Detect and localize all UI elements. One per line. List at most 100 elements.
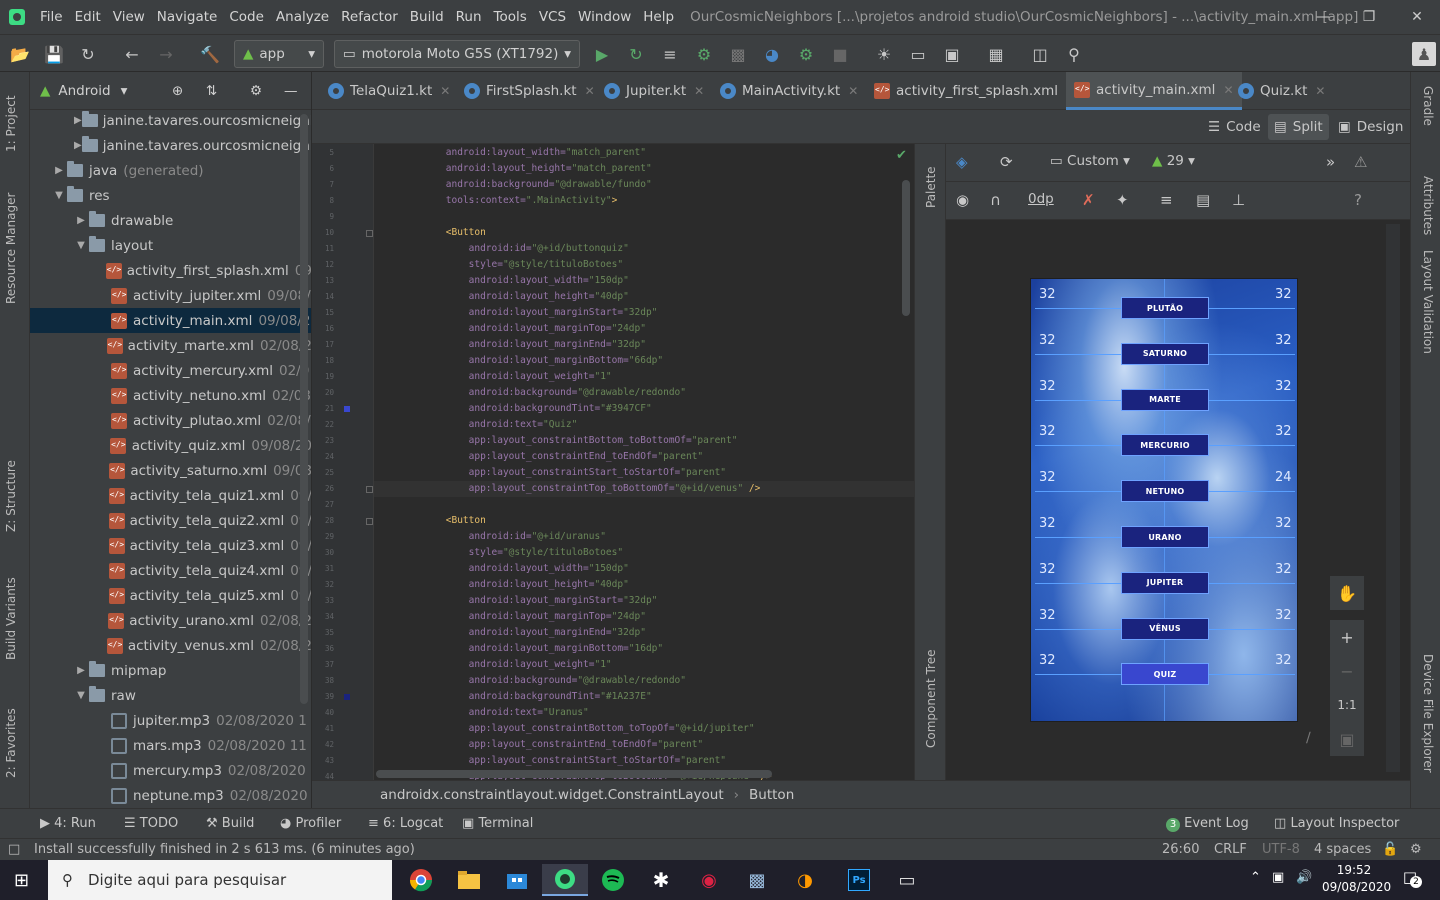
module-select[interactable]: ▲ app ▾: [234, 40, 324, 68]
sdk-manager-icon[interactable]: ▣: [940, 42, 964, 66]
collapse-all-icon[interactable]: ⇅: [206, 83, 217, 99]
gradle-sync-icon[interactable]: ☀: [872, 42, 896, 66]
preview-button-6[interactable]: URANO: [1121, 526, 1209, 548]
tab-firstsplash-kt[interactable]: FirstSplash.kt ✕: [456, 72, 603, 110]
preview-button-3[interactable]: MARTE: [1121, 388, 1209, 411]
collapsed-arrow-icon[interactable]: ▶: [74, 140, 82, 151]
taskbar-search[interactable]: ⚲ Digite aqui para pesquisar: [48, 860, 392, 900]
menu-refactor[interactable]: Refactor: [335, 9, 404, 25]
tab-layout-validation[interactable]: Layout Validation: [1421, 250, 1435, 354]
magnet-icon[interactable]: ∩: [990, 191, 1001, 209]
design-mode-button[interactable]: ▣ Design: [1332, 114, 1409, 140]
rotate-icon[interactable]: ⟳: [1000, 153, 1013, 171]
tab-palette[interactable]: Palette: [924, 166, 938, 208]
avd-manager-icon[interactable]: ▭: [906, 42, 930, 66]
menu-tools[interactable]: Tools: [488, 9, 533, 25]
layout-inspector-button[interactable]: ◫ Layout Inspector: [1274, 816, 1399, 831]
pan-icon[interactable]: ✋: [1330, 576, 1364, 610]
menu-run[interactable]: Run: [450, 9, 488, 25]
close-icon[interactable]: ✕: [694, 84, 704, 98]
debug-icon[interactable]: ⚙: [692, 42, 716, 66]
fold-icon[interactable]: [366, 230, 373, 237]
layout-preview[interactable]: PLUTÃO 32 32 SATURNO 32 32 MARTE 32 32 MERCURIO 32…: [1030, 278, 1298, 722]
tree-file[interactable]: activity_tela_quiz2.xml09/: [30, 508, 311, 533]
tab-gradle[interactable]: Gradle: [1421, 86, 1435, 126]
tree-file[interactable]: activity_quiz.xml09/08/20: [30, 433, 311, 458]
tree-folder[interactable]: ▶ janine.tavares.ourcosmicneighb: [30, 108, 311, 133]
tab-favorites[interactable]: 2: Favorites: [4, 708, 18, 778]
network-icon[interactable]: ▣: [1272, 870, 1284, 885]
logcat-tool-button[interactable]: ≡ 6: Logcat: [368, 816, 443, 831]
profile-icon[interactable]: ◕: [760, 42, 784, 66]
device-select[interactable]: ▭ motorola Moto G5S (XT1792) ▾: [334, 40, 580, 68]
make-project-icon[interactable]: 🔨: [198, 42, 222, 66]
editor-h-scrollbar[interactable]: [376, 770, 772, 778]
color-swatch-icon[interactable]: [344, 406, 350, 412]
tree-file[interactable]: activity_jupiter.xml09/08/: [30, 283, 311, 308]
align-icon[interactable]: ▤: [1196, 191, 1210, 209]
tab-quiz-kt[interactable]: Quiz.kt ✕: [1230, 72, 1333, 110]
forward-icon[interactable]: →: [154, 42, 178, 66]
stop-icon[interactable]: ■: [828, 42, 852, 66]
tab-activity-first-splash-xml[interactable]: activity_first_splash.xml✕: [866, 72, 1084, 110]
default-margin-select[interactable]: 0dp: [1028, 191, 1054, 207]
tree-file[interactable]: mars.mp3 02/08/2020 11: [30, 733, 311, 758]
notes-icon[interactable]: ▩: [734, 864, 780, 896]
indent-setting[interactable]: 4 spaces: [1314, 842, 1371, 857]
spotify-icon[interactable]: [590, 864, 636, 896]
tab-activity-main-xml[interactable]: activity_main.xml✕: [1066, 72, 1242, 110]
tree-folder[interactable]: ▼ layout: [30, 233, 311, 258]
tree-file[interactable]: activity_urano.xml02/08/2: [30, 608, 311, 633]
open-folder-icon[interactable]: 📂: [8, 42, 32, 66]
tree-file[interactable]: activity_tela_quiz3.xml09/: [30, 533, 311, 558]
file-explorer-icon[interactable]: [446, 864, 492, 896]
close-icon[interactable]: ✕: [848, 84, 858, 98]
resize-handle-icon[interactable]: ∕: [1306, 730, 1311, 746]
windows-start-icon[interactable]: ⊞: [14, 870, 29, 891]
menu-vcs[interactable]: VCS: [533, 9, 572, 25]
close-icon[interactable]: ✕: [585, 84, 595, 98]
layout-inspector-icon[interactable]: ◫: [1028, 42, 1052, 66]
zoom-fit-button[interactable]: 1:1: [1330, 688, 1364, 722]
collapsed-arrow-icon[interactable]: ▶: [74, 665, 88, 676]
coverage-icon[interactable]: ▩: [726, 42, 750, 66]
avatar-icon[interactable]: ♟: [1412, 42, 1436, 66]
zoom-out-icon[interactable]: −: [1330, 654, 1364, 688]
menu-window[interactable]: Window: [572, 9, 637, 25]
tree-file[interactable]: activity_saturno.xml09/08: [30, 458, 311, 483]
warning-icon[interactable]: ⚠: [1354, 153, 1367, 171]
tree-file[interactable]: activity_tela_quiz4.xml09/: [30, 558, 311, 583]
preview-button-7[interactable]: JUPITER: [1121, 571, 1209, 594]
tab-resource-manager[interactable]: Resource Manager: [4, 193, 18, 304]
tab-attributes[interactable]: Attributes: [1421, 176, 1435, 235]
preview-button-1[interactable]: PLUTÃO: [1121, 297, 1209, 319]
tree-file[interactable]: activity_first_splash.xml09: [30, 258, 311, 283]
volume-icon[interactable]: 🔊: [1296, 870, 1312, 885]
menu-analyze[interactable]: Analyze: [270, 9, 335, 25]
tab-device-file-explorer[interactable]: Device File Explorer: [1421, 654, 1435, 773]
tree-file[interactable]: activity_venus.xml02/08/2: [30, 633, 311, 658]
close-icon[interactable]: ✕: [1394, 0, 1440, 34]
tab-component-tree[interactable]: Component Tree: [924, 650, 938, 748]
menu-navigate[interactable]: Navigate: [151, 9, 224, 25]
split-mode-button[interactable]: ▤ Split: [1268, 114, 1329, 140]
api-select[interactable]: ▲ 29 ▾: [1152, 153, 1195, 169]
pack-icon[interactable]: ≡: [1160, 191, 1173, 209]
search-icon[interactable]: ⚲: [1062, 42, 1086, 66]
todo-tool-button[interactable]: ☰ TODO: [124, 816, 178, 831]
inspector-icon[interactable]: ⚙: [1410, 842, 1422, 857]
apply-code-changes-icon[interactable]: ≡: [658, 42, 682, 66]
gimp-icon[interactable]: ◑: [782, 864, 828, 896]
breadcrumb-item[interactable]: Button: [749, 787, 794, 803]
hide-icon[interactable]: —: [284, 83, 298, 99]
status-message[interactable]: Install successfully finished in 2 s 613…: [34, 842, 415, 857]
preview-button-9[interactable]: QUIZ: [1121, 663, 1209, 686]
minimize-icon[interactable]: —: [1300, 0, 1346, 34]
tree-file[interactable]: activity_mercury.xml02/0: [30, 358, 311, 383]
collapsed-arrow-icon[interactable]: ▶: [74, 215, 88, 226]
line-separator[interactable]: CRLF: [1214, 842, 1247, 857]
gear-icon[interactable]: ⚙: [250, 83, 262, 99]
tab-structure[interactable]: Z: Structure: [4, 460, 18, 532]
terminal-tool-button[interactable]: ▣ Terminal: [462, 816, 533, 831]
project-view-select[interactable]: Android: [58, 83, 110, 99]
